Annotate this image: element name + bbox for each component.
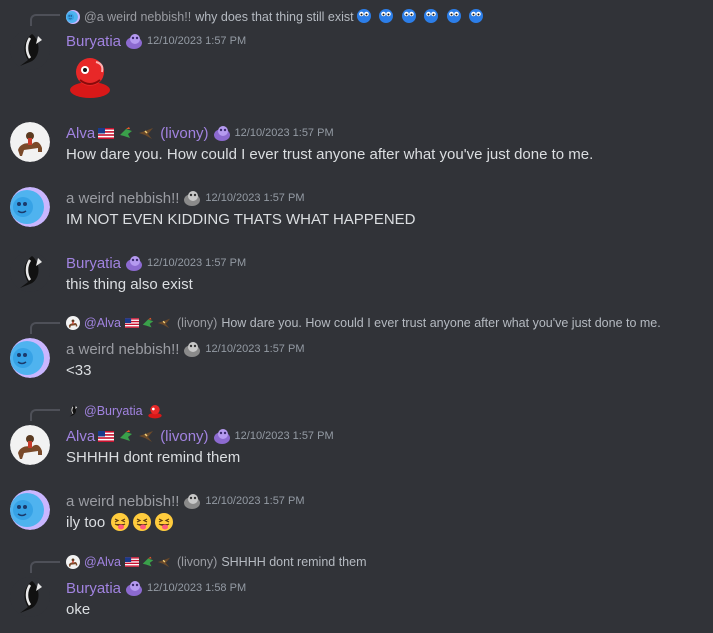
alva-avatar[interactable] <box>10 425 50 465</box>
nebbish-avatar[interactable] <box>10 187 50 227</box>
us-flag-icon <box>98 128 114 139</box>
author-name[interactable]: a weird nebbish!! <box>66 493 179 510</box>
purple-blob-icon <box>213 427 231 445</box>
us-flag-icon <box>125 557 139 567</box>
buryatia-mini-avatar-icon <box>66 404 80 418</box>
gray-blob-icon <box>183 492 201 510</box>
reply-text: why does that thing still exist <box>195 9 354 24</box>
author-name[interactable]: Buryatia <box>66 580 121 597</box>
purple-blob-icon <box>125 254 143 272</box>
reply-connector <box>30 409 60 421</box>
brown-bird-icon <box>138 428 154 444</box>
us-flag-icon <box>125 318 139 328</box>
reply-author[interactable]: @Alva <box>84 316 121 330</box>
buryatia-avatar[interactable] <box>10 30 50 70</box>
author-name[interactable]: Alva <box>66 125 95 142</box>
author-name[interactable]: a weird nebbish!! <box>66 190 179 207</box>
buryatia-avatar[interactable] <box>10 252 50 292</box>
message-content: How dare you. How could I ever trust any… <box>66 146 594 163</box>
nebbish-avatar[interactable] <box>10 338 50 378</box>
author-name[interactable]: Alva <box>66 428 95 445</box>
tongue-face-icon <box>110 512 130 532</box>
purple-blob-icon <box>125 32 143 50</box>
reply-author[interactable]: @Buryatia <box>84 404 143 418</box>
timestamp[interactable]: 12/10/2023 1:57 PM <box>205 343 304 355</box>
timestamp[interactable]: 12/10/2023 1:57 PM <box>235 127 334 139</box>
purple-blob-icon <box>213 124 231 142</box>
alva-mini-avatar-icon <box>66 555 80 569</box>
tongue-face-icon <box>132 512 152 532</box>
buryatia-avatar[interactable] <box>10 577 50 617</box>
author-suffix[interactable]: (livony) <box>160 125 208 142</box>
reply-preview[interactable]: @Alva (livony) SHHHH dont remind them <box>66 555 367 569</box>
gray-blob-icon <box>183 189 201 207</box>
timestamp[interactable]: 12/10/2023 1:57 PM <box>147 35 246 47</box>
green-bird-icon <box>118 428 134 444</box>
message-content: SHHHH dont remind them <box>66 449 241 466</box>
reply-author-suffix[interactable]: (livony) <box>177 316 217 330</box>
blue-face-icon <box>468 7 484 23</box>
reply-text: How dare you. How could I ever trust any… <box>221 316 661 330</box>
blue-face-icons <box>356 7 484 26</box>
red-creature-icon <box>147 405 162 419</box>
reply-connector <box>30 322 60 334</box>
brown-bird-icon <box>157 555 171 569</box>
message-content: ily too <box>66 513 106 531</box>
author-name[interactable]: a weird nebbish!! <box>66 341 179 358</box>
red-creature-sticker-icon <box>66 52 114 100</box>
reply-author[interactable]: @Alva <box>84 555 121 569</box>
message-content: <33 <box>66 362 92 379</box>
green-bird-icon <box>118 125 134 141</box>
alva-avatar[interactable] <box>10 122 50 162</box>
message-content: this thing also exist <box>66 276 193 293</box>
reply-preview[interactable]: @a weird nebbish!! why does that thing s… <box>66 7 484 26</box>
brown-bird-icon <box>157 316 171 330</box>
nebbish-avatar[interactable] <box>10 490 50 530</box>
blue-face-icon <box>401 7 417 23</box>
timestamp[interactable]: 12/10/2023 1:57 PM <box>205 495 304 507</box>
us-flag-icon <box>98 431 114 442</box>
reply-author[interactable]: @a weird nebbish!! <box>84 10 191 24</box>
blue-face-icon <box>446 7 462 23</box>
green-bird-icon <box>141 316 155 330</box>
nebbish-mini-avatar-icon <box>66 10 80 24</box>
reply-author-suffix[interactable]: (livony) <box>177 555 217 569</box>
blue-face-icon <box>356 7 372 23</box>
reply-preview[interactable]: @Buryatia <box>66 403 163 419</box>
timestamp[interactable]: 12/10/2023 1:57 PM <box>205 192 304 204</box>
author-name[interactable]: Buryatia <box>66 255 121 272</box>
author-suffix[interactable]: (livony) <box>160 428 208 445</box>
message-content: oke <box>66 601 91 618</box>
reply-connector <box>30 561 60 573</box>
purple-blob-icon <box>125 579 143 597</box>
alva-mini-avatar-icon <box>66 316 80 330</box>
blue-face-icon <box>423 7 439 23</box>
author-name[interactable]: Buryatia <box>66 33 121 50</box>
timestamp[interactable]: 12/10/2023 1:57 PM <box>235 430 334 442</box>
message-content: IM NOT EVEN KIDDING THATS WHAT HAPPENED <box>66 211 416 228</box>
reply-preview[interactable]: @Alva (livony) How dare you. How could I… <box>66 316 661 330</box>
gray-blob-icon <box>183 340 201 358</box>
green-bird-icon <box>141 555 155 569</box>
reply-connector <box>30 14 60 26</box>
timestamp[interactable]: 12/10/2023 1:58 PM <box>147 582 246 594</box>
brown-bird-icon <box>138 125 154 141</box>
tongue-face-icon <box>154 512 174 532</box>
reply-text: SHHHH dont remind them <box>221 555 367 569</box>
blue-face-icon <box>378 7 394 23</box>
timestamp[interactable]: 12/10/2023 1:57 PM <box>147 257 246 269</box>
